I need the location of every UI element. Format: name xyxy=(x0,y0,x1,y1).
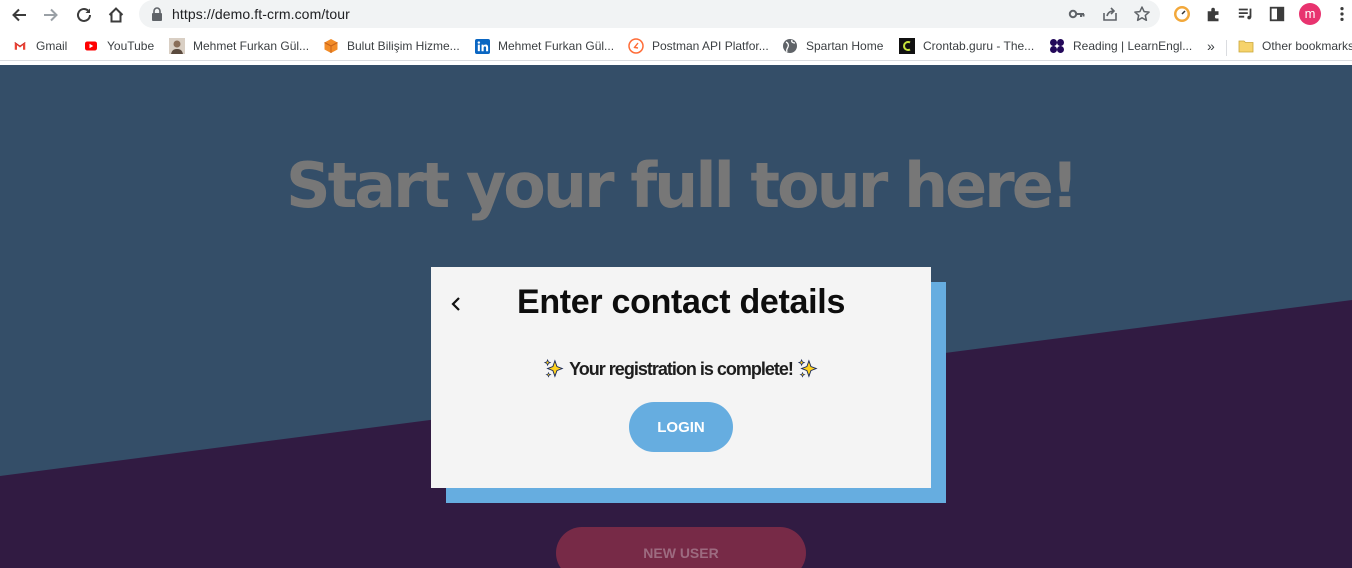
bookmark-label: Other bookmarks xyxy=(1262,39,1352,53)
bookmark-spartan-home[interactable]: Spartan Home xyxy=(782,37,883,55)
bookmark-mehmet-furkan[interactable]: Mehmet Furkan Gül... xyxy=(169,37,309,55)
bookmark-label: Spartan Home xyxy=(806,39,884,53)
sparkles-icon xyxy=(543,358,564,378)
address-bar[interactable]: https://demo.ft-crm.com/tour xyxy=(139,0,1160,28)
bookmark-label: YouTube xyxy=(107,39,155,53)
reload-icon[interactable] xyxy=(72,3,96,27)
url-text: https://demo.ft-crm.com/tour xyxy=(172,6,350,22)
bookmark-crontab[interactable]: Crontab.guru - The... xyxy=(899,37,1034,55)
globe-icon xyxy=(782,38,798,54)
reading-list-icon[interactable] xyxy=(1236,4,1256,24)
gmail-icon xyxy=(12,38,28,54)
bookmark-label: Mehmet Furkan Gül... xyxy=(498,39,615,53)
bookmark-gmail[interactable]: Gmail xyxy=(12,37,67,55)
browser-toolbar: https://demo.ft-crm.com/tour m xyxy=(0,0,1352,30)
new-user-button[interactable]: NEW USER xyxy=(556,527,806,568)
back-arrow-icon[interactable] xyxy=(7,3,31,27)
bookmark-label: Gmail xyxy=(36,39,68,53)
key-icon[interactable] xyxy=(1068,5,1086,23)
bookmarks-overflow-chevron-icon[interactable]: » xyxy=(1207,37,1215,55)
bookmark-other-bookmarks[interactable]: Other bookmarks xyxy=(1238,37,1352,55)
bookmark-label: Postman API Platfor... xyxy=(652,39,769,53)
postman-icon xyxy=(628,38,644,54)
login-button[interactable]: LOGIN xyxy=(629,402,733,452)
share-icon[interactable] xyxy=(1101,5,1119,23)
forward-arrow-icon[interactable] xyxy=(39,3,63,27)
star-icon[interactable] xyxy=(1133,5,1151,23)
linkedin-icon xyxy=(474,38,490,54)
youtube-icon xyxy=(83,38,99,54)
bookmark-postman[interactable]: Postman API Platfor... xyxy=(628,37,769,55)
bookmark-linkedin[interactable]: Mehmet Furkan Gül... xyxy=(474,37,614,55)
bookmark-youtube[interactable]: YouTube xyxy=(83,37,154,55)
tour-page: Start your full tour here! Enter contact… xyxy=(0,65,1352,568)
bookmarks-divider xyxy=(1226,40,1227,56)
reading-icon xyxy=(1049,38,1065,54)
cube-icon xyxy=(323,38,339,54)
avatar-icon xyxy=(169,38,185,54)
crontab-icon xyxy=(899,38,915,54)
sparkles-icon xyxy=(797,358,818,378)
timer-extension-icon[interactable] xyxy=(1172,4,1192,24)
bookmark-label: Reading | LearnEngl... xyxy=(1073,39,1193,53)
bookmark-label: Bulut Bilişim Hizme... xyxy=(347,39,460,53)
registration-message-text: Your registration is complete! xyxy=(569,358,794,379)
home-icon[interactable] xyxy=(104,3,128,27)
puzzle-icon[interactable] xyxy=(1204,4,1224,24)
bookmark-label: Mehmet Furkan Gül... xyxy=(193,39,310,53)
bookmark-learnenglish[interactable]: Reading | LearnEngl... xyxy=(1049,37,1192,55)
bookmark-label: Crontab.guru - The... xyxy=(923,39,1035,53)
side-panel-icon[interactable] xyxy=(1267,4,1287,24)
folder-icon xyxy=(1238,38,1254,54)
page-heading: Start your full tour here! xyxy=(285,149,1079,222)
card-title: Enter contact details xyxy=(516,283,846,321)
kebab-menu-icon[interactable] xyxy=(1332,4,1352,24)
bookmark-bulut-bilisim[interactable]: Bulut Bilişim Hizme... xyxy=(323,37,460,55)
bookmarks-bar: Gmail YouTube Mehmet Furkan Gül... Bulut… xyxy=(0,32,1352,61)
profile-avatar[interactable]: m xyxy=(1299,3,1321,25)
contact-details-card: Enter contact details Your registration … xyxy=(431,267,931,488)
registration-message: Your registration is complete! xyxy=(431,358,931,380)
lock-icon xyxy=(152,7,162,21)
